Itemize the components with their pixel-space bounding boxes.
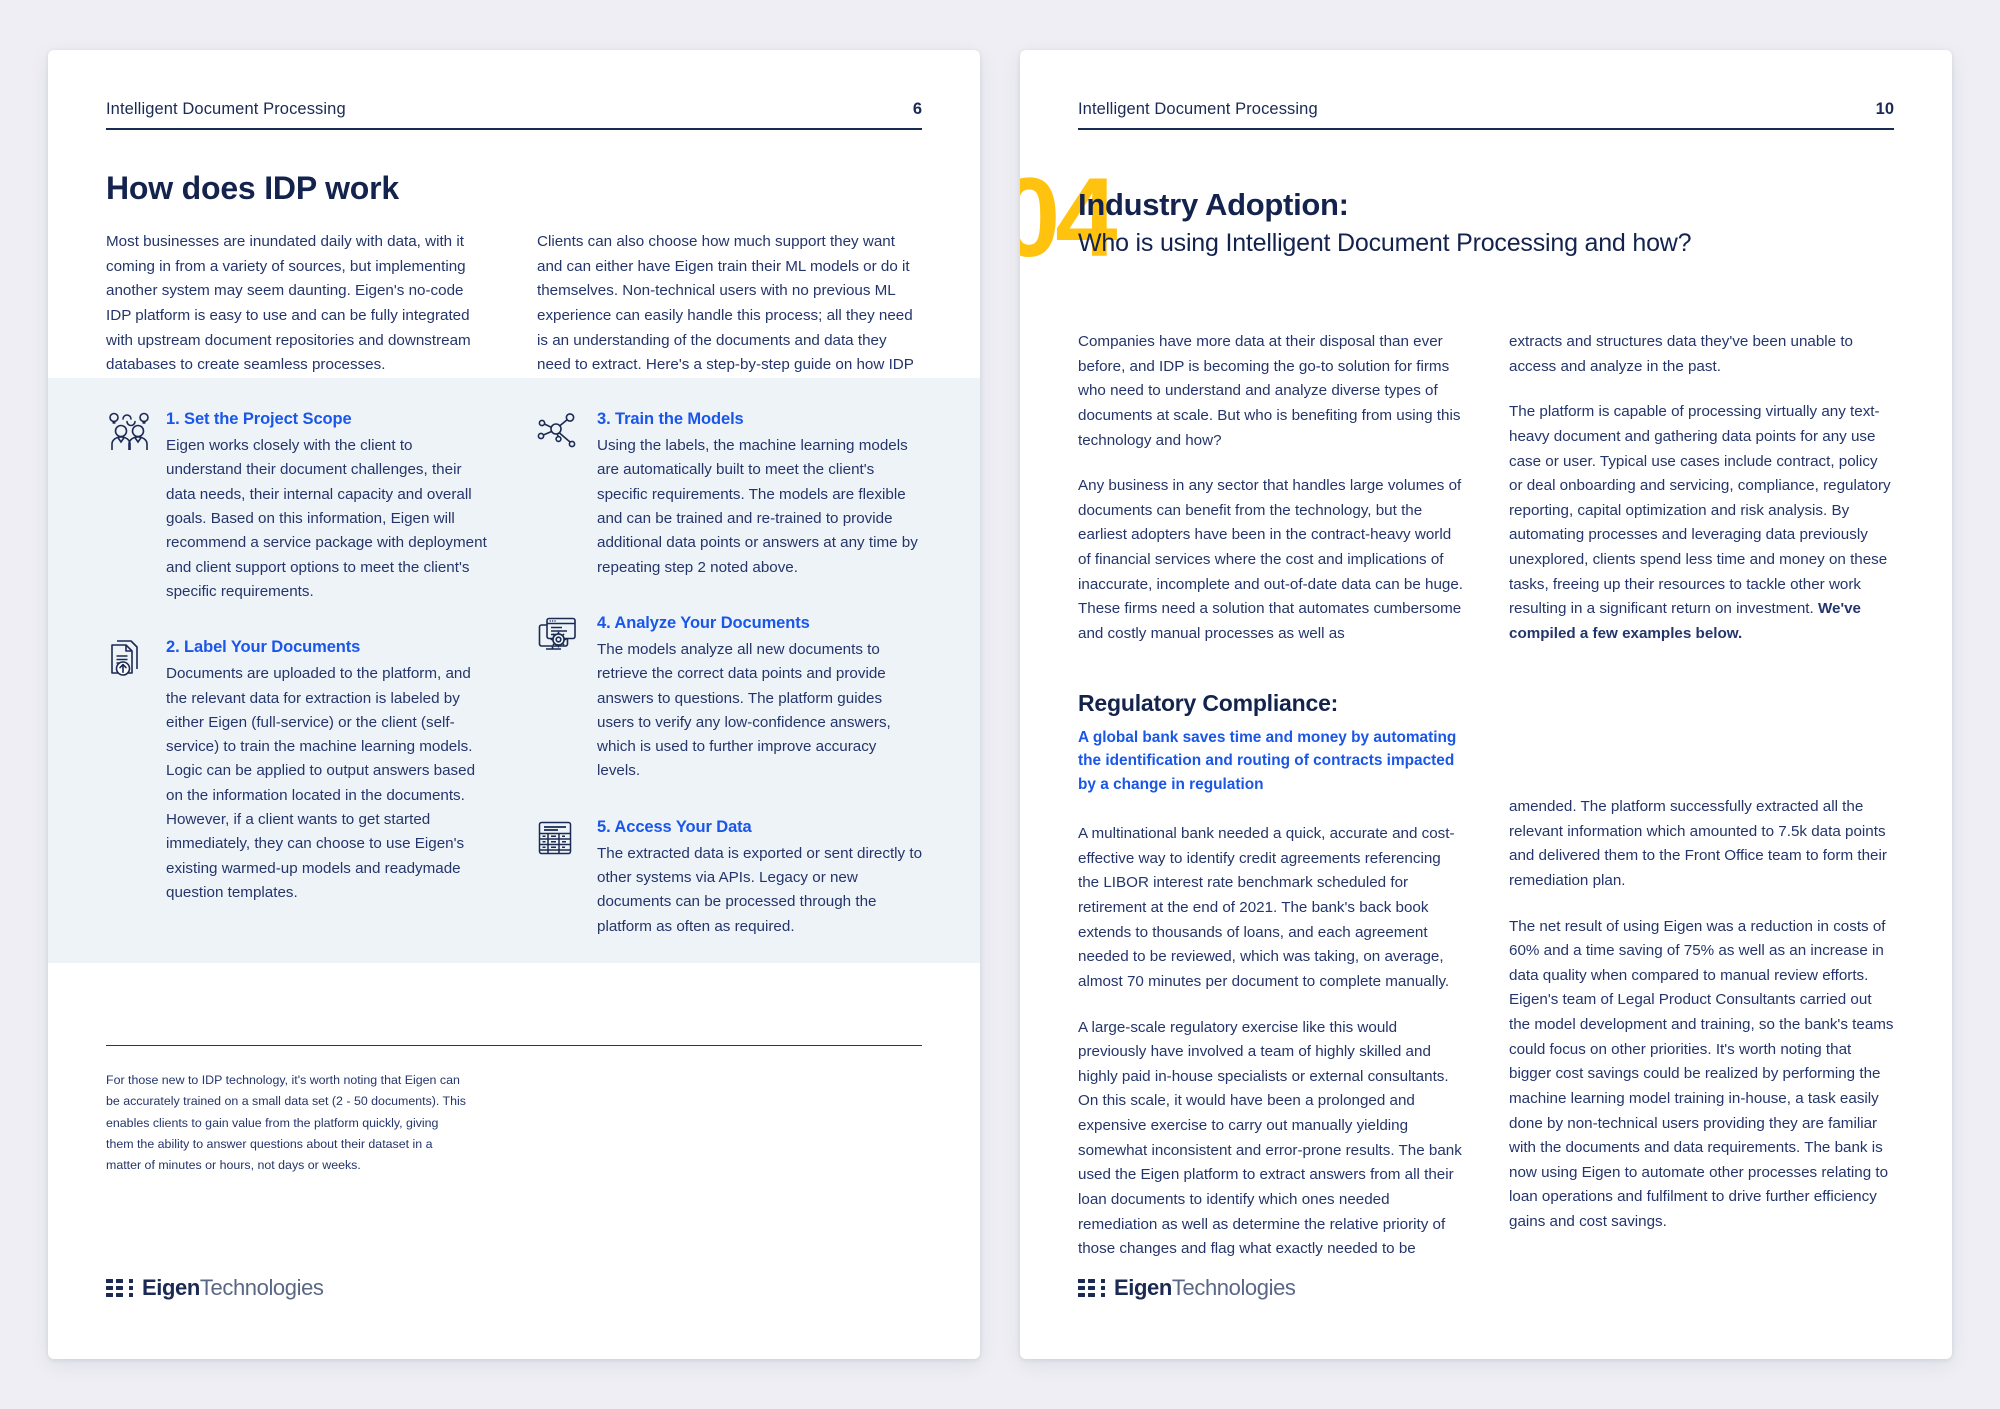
step-title: 1. Set the Project Scope: [166, 410, 352, 428]
network-nodes-icon: [537, 410, 583, 580]
step-text: Eigen works closely with the client to u…: [166, 437, 487, 600]
document-upload-icon: [106, 638, 152, 905]
intro-paragraph: The platform is capable of processing vi…: [1509, 400, 1894, 646]
two-people-lightbulb-icon: [106, 410, 152, 604]
eigen-logo-mark-icon: [106, 1279, 133, 1297]
intro-columns: Most businesses are inundated daily with…: [106, 230, 922, 402]
page-title: How does IDP work: [106, 170, 399, 206]
page-header-right: Intelligent Document Processing 10: [1078, 100, 1894, 130]
step-body: 1. Set the Project Scope Eigen works clo…: [166, 410, 491, 604]
step-item: 4. Analyze Your Documents The models ana…: [537, 614, 922, 784]
intro-paragraph: extracts and structures data they've bee…: [1509, 333, 1853, 375]
step-body: 4. Analyze Your Documents The models ana…: [597, 614, 922, 784]
case-study-column-left: Regulatory Compliance: A global bank sav…: [1078, 690, 1463, 1283]
step-body: 2. Label Your Documents Documents are up…: [166, 638, 491, 905]
intro-paragraph-left: Most businesses are inundated daily with…: [106, 233, 471, 374]
intro-columns: Companies have more data at their dispos…: [1078, 330, 1894, 647]
steps-column-left: 1. Set the Project Scope Eigen works clo…: [106, 410, 491, 973]
case-paragraph: amended. The platform successfully extra…: [1509, 798, 1887, 889]
header-title: Intelligent Document Processing: [1078, 100, 1318, 118]
intro-paragraph: Companies have more data at their dispos…: [1078, 333, 1461, 449]
intro-paragraph: Any business in any sector that handles …: [1078, 477, 1464, 642]
intro-column-right: extracts and structures data they've bee…: [1509, 330, 1894, 647]
header-title: Intelligent Document Processing: [106, 100, 346, 118]
header-page-number: 10: [1875, 100, 1894, 118]
step-text: The models analyze all new documents to …: [597, 640, 891, 780]
eigen-logo-mark-icon: [1078, 1279, 1105, 1297]
step-body: 3. Train the Models Using the labels, th…: [597, 410, 922, 580]
logo-light: Technologies: [199, 1275, 324, 1300]
intro-paragraph-plain: The platform is capable of processing vi…: [1509, 403, 1891, 618]
step-item: 2. Label Your Documents Documents are up…: [106, 638, 491, 905]
steps-grid: 1. Set the Project Scope Eigen works clo…: [106, 410, 922, 973]
case-study-subtitle: A global bank saves time and money by au…: [1078, 729, 1457, 793]
page-right: Intelligent Document Processing 10 04 In…: [1020, 50, 1952, 1359]
intro-paragraph-right: Clients can also choose how much support…: [537, 233, 914, 398]
step-body: 5. Access Your Data The extracted data i…: [597, 818, 922, 939]
footnote-divider: [106, 1045, 922, 1046]
case-paragraph: The net result of using Eigen was a redu…: [1509, 917, 1894, 1231]
logo-wordmark: EigenTechnologies: [142, 1275, 324, 1301]
step-title: 5. Access Your Data: [597, 817, 752, 836]
chapter-subtitle: Who is using Intelligent Document Proces…: [1078, 228, 1692, 257]
step-title: 4. Analyze Your Documents: [597, 613, 810, 632]
logo-light: Technologies: [1171, 1275, 1296, 1300]
page-left: Intelligent Document Processing 6 How do…: [48, 50, 980, 1359]
steps-column-right: 3. Train the Models Using the labels, th…: [537, 410, 922, 973]
step-text: Using the labels, the machine learning m…: [597, 437, 918, 576]
page-header-left: Intelligent Document Processing 6: [106, 100, 922, 130]
step-title: 3. Train the Models: [597, 410, 744, 428]
monitor-gear-icon: [537, 614, 583, 784]
step-title: 2. Label Your Documents: [166, 638, 361, 657]
case-paragraph: A multinational bank needed a quick, acc…: [1078, 825, 1455, 990]
step-item: 5. Access Your Data The extracted data i…: [537, 818, 922, 939]
footnote-text: For those new to IDP technology, it's wo…: [106, 1073, 466, 1173]
case-paragraph: A large-scale regulatory exercise like t…: [1078, 1018, 1462, 1258]
case-study-column-right: amended. The platform successfully extra…: [1509, 795, 1894, 1256]
brand-logo-right: EigenTechnologies: [1078, 1275, 1296, 1301]
step-item: 1. Set the Project Scope Eigen works clo…: [106, 410, 491, 604]
case-study-title: Regulatory Compliance:: [1078, 690, 1339, 716]
header-page-number: 6: [912, 100, 922, 118]
document-spread: Intelligent Document Processing 6 How do…: [0, 0, 2000, 1409]
brand-logo-left: EigenTechnologies: [106, 1275, 324, 1301]
chapter-headings: Industry Adoption: Who is using Intellig…: [1078, 187, 1692, 257]
chapter-title: Industry Adoption:: [1078, 187, 1349, 222]
intro-column-left: Companies have more data at their dispos…: [1078, 330, 1463, 647]
step-text: The extracted data is exported or sent d…: [597, 844, 923, 935]
step-text: Documents are uploaded to the platform, …: [166, 665, 476, 901]
step-item: 3. Train the Models Using the labels, th…: [537, 410, 922, 580]
logo-wordmark: EigenTechnologies: [1114, 1275, 1296, 1301]
logo-bold: Eigen: [142, 1275, 200, 1300]
logo-bold: Eigen: [1114, 1275, 1172, 1300]
spreadsheet-table-icon: [537, 818, 583, 939]
